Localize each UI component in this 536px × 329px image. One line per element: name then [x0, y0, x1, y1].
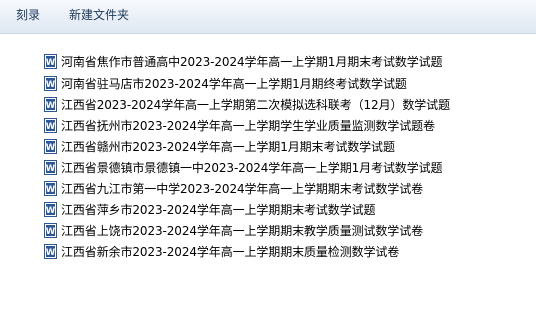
file-name: 江西省萍乡市2023-2024学年高一上学期期末考试数学试题 — [61, 202, 376, 217]
svg-text:W: W — [46, 248, 56, 258]
svg-text:W: W — [46, 58, 56, 68]
word-doc-icon: W — [44, 138, 57, 154]
burn-button[interactable]: 刻录 — [14, 0, 42, 33]
word-doc-icon: W — [44, 75, 57, 91]
file-name: 江西省九江市第一中学2023-2024学年高一上学期期末考试数学试卷 — [61, 181, 424, 196]
word-doc-icon: W — [44, 180, 57, 196]
file-name: 江西省2023-2024学年高一上学期第二次模拟选科联考（12月）数学试题 — [61, 97, 450, 112]
word-doc-icon: W — [44, 222, 57, 238]
file-item[interactable]: W 江西省萍乡市2023-2024学年高一上学期期末考试数学试题 — [44, 199, 376, 219]
file-item[interactable]: W 江西省2023-2024学年高一上学期第二次模拟选科联考（12月）数学试题 — [44, 94, 450, 114]
file-name: 江西省景德镇市景德镇一中2023-2024学年高一上学期1月考试数学试题 — [61, 160, 443, 175]
file-name: 河南省焦作市普通高中2023-2024学年高一上学期1月期末考试数学试题 — [61, 54, 443, 69]
file-name: 江西省赣州市2023-2024学年高一上学期1月期末考试数学试题 — [61, 139, 395, 154]
file-item[interactable]: W 江西省九江市第一中学2023-2024学年高一上学期期末考试数学试卷 — [44, 178, 423, 198]
file-name: 江西省上饶市2023-2024学年高一上学期期末教学质量测试数学试卷 — [61, 223, 424, 238]
svg-text:W: W — [46, 227, 56, 237]
svg-text:W: W — [46, 206, 56, 216]
file-name: 江西省新余市2023-2024学年高一上学期期末质量检测数学试卷 — [61, 244, 400, 259]
word-doc-icon: W — [44, 159, 57, 175]
file-item[interactable]: W 江西省赣州市2023-2024学年高一上学期1月期末考试数学试题 — [44, 136, 395, 156]
svg-text:W: W — [46, 80, 56, 90]
word-doc-icon: W — [44, 201, 57, 217]
svg-text:W: W — [46, 122, 56, 132]
svg-text:W: W — [46, 185, 56, 195]
svg-text:W: W — [46, 164, 56, 174]
svg-text:W: W — [46, 101, 56, 111]
file-item[interactable]: W 江西省抚州市2023-2024学年高一上学期学生学业质量监测数学试题卷 — [44, 115, 435, 135]
file-item[interactable]: W 江西省新余市2023-2024学年高一上学期期末质量检测数学试卷 — [44, 241, 399, 261]
file-item[interactable]: W 河南省焦作市普通高中2023-2024学年高一上学期1月期末考试数学试题 — [44, 51, 443, 71]
word-doc-icon: W — [44, 243, 57, 259]
new-folder-button[interactable]: 新建文件夹 — [67, 0, 131, 33]
file-item[interactable]: W 江西省景德镇市景德镇一中2023-2024学年高一上学期1月考试数学试题 — [44, 157, 443, 177]
file-item[interactable]: W 河南省驻马店市2023-2024学年高一上学期1月期终考试数学试题 — [44, 73, 407, 93]
file-name: 河南省驻马店市2023-2024学年高一上学期1月期终考试数学试题 — [61, 76, 407, 91]
word-doc-icon: W — [44, 96, 57, 112]
file-list: W 河南省焦作市普通高中2023-2024学年高一上学期1月期末考试数学试题 W… — [0, 34, 536, 329]
file-item[interactable]: W 江西省上饶市2023-2024学年高一上学期期末教学质量测试数学试卷 — [44, 220, 423, 240]
file-name: 江西省抚州市2023-2024学年高一上学期学生学业质量监测数学试题卷 — [61, 118, 435, 133]
svg-text:W: W — [46, 143, 56, 153]
word-doc-icon: W — [44, 117, 57, 133]
command-toolbar: 刻录 新建文件夹 — [0, 0, 536, 34]
word-doc-icon: W — [44, 53, 57, 69]
